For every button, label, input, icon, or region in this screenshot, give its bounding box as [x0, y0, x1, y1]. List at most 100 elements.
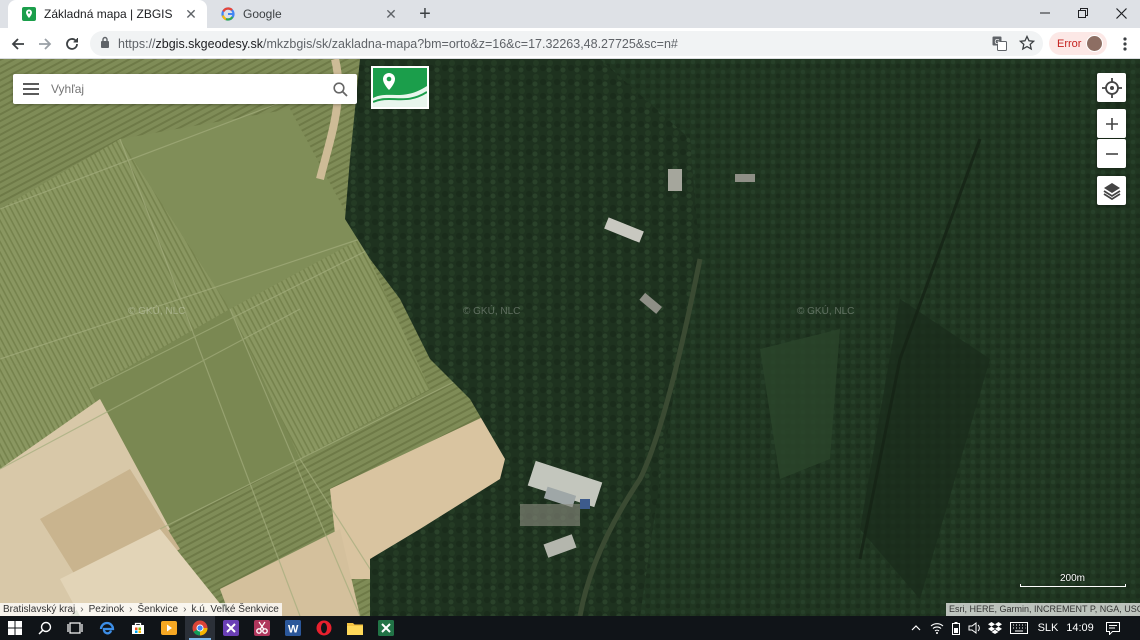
zoom-in-button[interactable]	[1097, 109, 1126, 138]
location-breadcrumb: Bratislavský kraj › Pezinok › Šenkvice ›…	[0, 603, 282, 616]
edge-taskbar-button[interactable]	[92, 616, 122, 640]
volume-button[interactable]	[966, 616, 984, 640]
speaker-icon	[968, 622, 980, 634]
scale-label: 200m	[1060, 573, 1086, 584]
store-bag-icon	[132, 622, 144, 634]
search-icon	[332, 81, 348, 97]
map-search-box	[13, 74, 357, 104]
layers-icon	[1103, 182, 1120, 200]
back-button[interactable]	[6, 32, 30, 56]
close-tab-icon[interactable]: ✕	[383, 6, 399, 22]
dropbox-icon	[988, 622, 1002, 634]
zoom-out-button[interactable]	[1097, 139, 1126, 168]
tab-strip: Základná mapa | ZBGIS ✕ Google ✕ +	[0, 0, 1140, 28]
crosshair-icon	[1101, 77, 1122, 98]
reload-icon	[66, 38, 78, 50]
zbgis-logo-button[interactable]	[371, 66, 429, 109]
folder-icon	[347, 623, 363, 635]
map-pin-logo-icon	[372, 73, 428, 107]
search-icon	[38, 621, 52, 635]
battery-button[interactable]	[948, 616, 964, 640]
forward-button[interactable]	[33, 32, 57, 56]
notification-icon	[1106, 621, 1120, 635]
input-language-button[interactable]: SLK	[1034, 616, 1062, 640]
arrow-right-icon	[39, 38, 52, 50]
layers-button[interactable]	[1097, 176, 1126, 205]
media-player-taskbar-button[interactable]	[154, 616, 184, 640]
imagery-watermark: © GKÚ, NLC	[128, 306, 186, 317]
breadcrumb-district[interactable]: Pezinok	[89, 604, 125, 615]
close-tab-icon[interactable]: ✕	[183, 6, 199, 22]
chrome-icon	[192, 620, 208, 636]
touch-keyboard-button[interactable]	[1008, 616, 1030, 640]
hamburger-menu-button[interactable]	[13, 74, 49, 104]
arrow-left-icon	[11, 38, 24, 50]
close-window-button[interactable]	[1102, 0, 1140, 26]
locate-me-button[interactable]	[1097, 73, 1126, 102]
start-button[interactable]	[0, 616, 30, 640]
wifi-button[interactable]	[928, 616, 946, 640]
lock-icon	[100, 35, 110, 53]
url-host: zbgis.skgeodesy.sk	[155, 36, 263, 51]
profile-error-button[interactable]: Error	[1049, 32, 1107, 55]
breadcrumb-region[interactable]: Bratislavský kraj	[3, 604, 75, 615]
bookmark-star-icon[interactable]	[1018, 34, 1036, 56]
plus-icon	[1105, 117, 1118, 130]
chrome-taskbar-button[interactable]	[185, 616, 215, 640]
chevron-up-icon	[911, 625, 921, 631]
map-canvas[interactable]: © GKÚ, NLC © GKÚ, NLC © GKÚ, NLC 200m Br…	[0, 59, 1140, 616]
url-path: /mkzbgis/sk/zakladna-mapa?bm=orto&z=16&c…	[263, 36, 678, 51]
media-player-icon	[161, 621, 177, 635]
clock[interactable]: 14:09	[1064, 616, 1096, 640]
url-scheme: https://	[118, 36, 156, 51]
file-explorer-taskbar-button[interactable]	[340, 616, 370, 640]
wifi-icon	[930, 623, 944, 634]
svg-text:G: G	[995, 39, 1000, 46]
browser-menu-button[interactable]	[1113, 32, 1137, 56]
scale-line	[1020, 584, 1126, 587]
minus-icon	[1105, 152, 1118, 155]
excel-taskbar-button[interactable]	[371, 616, 401, 640]
new-tab-button[interactable]: +	[415, 3, 435, 25]
word-taskbar-button[interactable]: W	[278, 616, 308, 640]
scale-bar: 200m	[1020, 573, 1128, 587]
minimize-button[interactable]	[1026, 0, 1064, 26]
restore-icon	[1078, 8, 1088, 18]
reload-button[interactable]	[60, 32, 84, 56]
orthophoto-imagery	[0, 59, 1140, 616]
windows-taskbar: W SLK 14:09	[0, 616, 1140, 640]
excel-icon	[378, 620, 394, 636]
purple-app-icon	[223, 620, 239, 636]
windows-logo-icon	[8, 621, 22, 635]
store-taskbar-button[interactable]	[123, 616, 153, 640]
chevron-right-icon: ›	[129, 604, 133, 615]
opera-taskbar-button[interactable]	[309, 616, 339, 640]
tab-google[interactable]: Google ✕	[207, 0, 407, 28]
search-input[interactable]	[49, 81, 323, 97]
restore-button[interactable]	[1064, 0, 1102, 26]
battery-icon	[952, 621, 960, 635]
address-bar[interactable]: https://zbgis.skgeodesy.sk/mkzbgis/sk/za…	[90, 31, 1043, 56]
translate-icon[interactable]: G	[992, 36, 1007, 56]
dropbox-button[interactable]	[986, 616, 1004, 640]
task-view-button[interactable]	[60, 616, 90, 640]
snipping-tool-icon	[254, 620, 270, 636]
search-taskbar-button[interactable]	[30, 616, 60, 640]
search-button[interactable]	[323, 74, 357, 104]
url-text: https://zbgis.skgeodesy.sk/mkzbgis/sk/za…	[118, 37, 678, 51]
tab-zbgis[interactable]: Základná mapa | ZBGIS ✕	[8, 0, 207, 28]
avatar	[1086, 35, 1103, 52]
show-hidden-icons-button[interactable]	[908, 616, 924, 640]
action-center-button[interactable]	[1102, 616, 1124, 640]
app-taskbar-button[interactable]	[216, 616, 246, 640]
opera-icon	[316, 620, 332, 636]
snipping-taskbar-button[interactable]	[247, 616, 277, 640]
svg-text:W: W	[288, 624, 299, 636]
keyboard-icon	[1010, 622, 1028, 634]
close-icon	[1115, 7, 1127, 19]
breadcrumb-cadastral-area[interactable]: k.ú. Veľké Šenkvice	[191, 604, 278, 615]
chevron-right-icon: ›	[183, 604, 187, 615]
breadcrumb-municipality[interactable]: Šenkvice	[138, 604, 179, 615]
imagery-watermark: © GKÚ, NLC	[797, 306, 855, 317]
tab-title: Základná mapa | ZBGIS	[44, 7, 173, 21]
